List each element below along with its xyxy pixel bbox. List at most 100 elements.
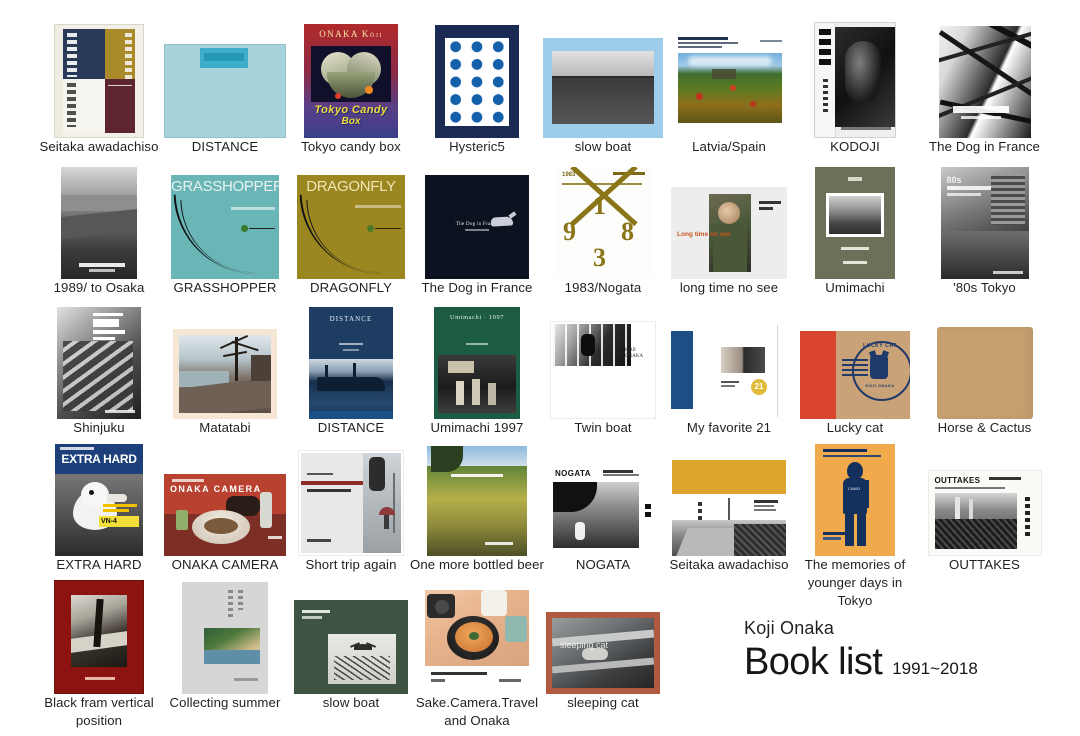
book-item-seitaka-awadachiso-1[interactable]: Seitaka awadachiso	[36, 18, 162, 156]
book-item-umimachi[interactable]: Umimachi	[792, 163, 918, 297]
book-caption: Umimachi	[825, 280, 885, 295]
cover-title-text: EXTRA HARD	[61, 452, 137, 466]
book-item-80s-tokyo[interactable]: 80s '80s Tokyo	[918, 163, 1051, 297]
book-caption: Black fram vertical position	[44, 695, 154, 728]
book-cover-1989-to-osaka	[61, 163, 137, 279]
book-caption: long time no see	[679, 280, 779, 295]
book-cover-1983-nogata: 1983 1 9 8 3	[555, 163, 651, 279]
book-caption: OUTTAKES	[949, 557, 1020, 572]
book-caption: Twin boat	[574, 420, 632, 435]
cover-badge-number: 21	[751, 379, 767, 395]
book-caption: slow boat	[322, 695, 380, 710]
cover-title-text: OUTTAKES	[934, 476, 981, 485]
book-item-hysteric5[interactable]: Hysteric5	[414, 18, 540, 156]
book-caption: Seitaka awadachiso	[39, 139, 159, 154]
page-title: Book list	[744, 641, 883, 683]
book-item-1983-nogata[interactable]: 1983 1 9 8 3 1983/Nogata	[540, 163, 666, 297]
book-caption: Umimachi 1997	[430, 420, 524, 435]
cover-title-text: DISTANCE	[329, 315, 373, 323]
cover-stamp-bottom-text: KOJI ONAKA	[865, 383, 895, 388]
book-item-sake-camera-travel-and-onaka[interactable]: Sake.Camera.Travel and Onaka	[414, 578, 540, 730]
book-item-dog-in-france-photo[interactable]: The Dog in France	[918, 18, 1051, 156]
cover-stamp-top-text: LUCKY CAT	[863, 343, 897, 349]
book-cover-umimachi	[815, 163, 895, 279]
cover-title-text: The Dog in France	[455, 221, 499, 227]
cover-title-line2: Box	[341, 116, 361, 127]
book-caption: Lucky cat	[826, 420, 884, 435]
book-item-sleeping-cat[interactable]: sleeping cat sleeping cat	[540, 578, 666, 730]
book-cover-distance-2000: DISTANCE	[309, 303, 393, 419]
book-item-long-time-no-see[interactable]: Long time no see long time no see	[666, 163, 792, 297]
book-caption: DISTANCE	[317, 420, 385, 435]
book-item-black-fram-vertical-position[interactable]: Black fram vertical position	[36, 578, 162, 730]
book-item-collecting-summer[interactable]: Collecting summer	[162, 578, 288, 730]
book-cover-dog-in-france-black: The Dog in France	[425, 163, 529, 279]
book-item-twin-boat[interactable]: KOJI ONAKA Twin boat	[540, 303, 666, 437]
cover-code-text: VN-4	[101, 518, 117, 525]
book-cover-extra-hard: EXTRA HARD VN-4	[55, 440, 143, 556]
book-caption: 1989/ to Osaka	[53, 280, 145, 295]
author-name: Koji Onaka	[744, 618, 835, 638]
book-item-matatabi[interactable]: Matatabi	[162, 303, 288, 437]
book-item-dragonfly[interactable]: DRAGONFLY DRAGONFLY	[288, 163, 414, 297]
book-cover-seitaka-awadachiso	[54, 18, 144, 138]
book-cover-long-time-no-see: Long time no see	[671, 163, 787, 279]
book-item-tokyo-candy-box[interactable]: ONAKA Kōji Tokyo Candy Box Tokyo candy b…	[288, 18, 414, 156]
book-cover-short-trip-again	[298, 440, 404, 556]
book-caption: DRAGONFLY	[310, 280, 392, 295]
book-caption: NOGATA	[575, 557, 631, 572]
book-item-1989-to-osaka[interactable]: 1989/ to Osaka	[36, 163, 162, 297]
book-caption: Shinjuku	[73, 420, 125, 435]
book-cover-outtakes: OUTTAKES	[927, 440, 1042, 556]
book-cover-shinjuku	[57, 303, 141, 419]
book-caption: 1983/Nogata	[564, 280, 642, 295]
book-cover-onaka-camera: ONAKA CAMERA	[164, 440, 286, 556]
book-item-distance-1991[interactable]: DISTANCE	[162, 18, 288, 156]
book-cover-slow-boat-2003	[543, 18, 663, 138]
book-cover-nogata: NOGATA	[549, 440, 657, 556]
book-caption: DISTANCE	[191, 139, 259, 154]
cover-title-line1: Tokyo Candy	[314, 104, 388, 116]
book-cover-matatabi	[173, 303, 277, 419]
book-item-my-favorite-21[interactable]: 21 My favorite 21	[666, 303, 792, 437]
book-caption: The Dog in France	[929, 139, 1040, 154]
cover-title-text: NOGATA	[555, 469, 591, 478]
book-row-2: 1989/ to Osaka GRASSHOPPER GRASSHOPPER D…	[0, 163, 1080, 297]
cover-title-text: ONAKA CAMERA	[170, 484, 262, 494]
book-caption: Short trip again	[305, 557, 397, 572]
book-item-lucky-cat[interactable]: LUCKY CAT KOJI ONAKA Lucky cat	[792, 303, 918, 437]
book-cover-seitaka-awadachiso-2018	[672, 440, 786, 556]
book-cover-one-more-bottled-beer	[427, 440, 527, 556]
book-caption: ONAKA CAMERA	[171, 557, 279, 572]
book-item-shinjuku[interactable]: Shinjuku	[36, 303, 162, 437]
book-cover-hysteric5	[435, 18, 519, 138]
book-item-umimachi-1997[interactable]: Umimachi · 1997 Umimachi 1997	[414, 303, 540, 437]
book-caption: Matatabi	[199, 420, 251, 435]
book-cover-black-fram-vertical-position	[54, 578, 144, 694]
cover-digit-3: 3	[593, 243, 606, 272]
book-row-1: Seitaka awadachiso DISTANCE ONAKA Kōji T…	[0, 18, 1080, 156]
book-item-kodoji[interactable]: KODOJI	[792, 18, 918, 156]
book-item-slow-boat-2018[interactable]: slow boat	[288, 578, 414, 730]
cover-title-text: Long time no see	[677, 231, 731, 238]
book-item-latvia-spain[interactable]: Latvia/Spain	[666, 18, 792, 156]
book-caption: Latvia/Spain	[692, 139, 766, 154]
book-caption: Horse & Cactus	[937, 420, 1032, 435]
book-cover-tokyo-candy-box: ONAKA Kōji Tokyo Candy Box	[304, 18, 398, 138]
book-caption: Seitaka awadachiso	[669, 557, 789, 572]
cover-title-text: Umimachi · 1997	[449, 314, 505, 321]
book-item-dog-in-france-black[interactable]: The Dog in France The Dog in France	[414, 163, 540, 297]
book-caption: Tokyo candy box	[301, 139, 401, 154]
book-caption: Hysteric5	[449, 139, 505, 154]
book-item-horse-and-cactus[interactable]: Horse & Cactus	[918, 303, 1051, 437]
book-cover-latvia-spain	[672, 18, 786, 138]
poster-title-block: Koji Onaka Book list 1991~2018	[744, 618, 1074, 684]
book-cover-my-favorite-21: 21	[669, 303, 789, 419]
book-list-poster: Seitaka awadachiso DISTANCE ONAKA Kōji T…	[0, 0, 1080, 736]
cover-title-text: 80s	[946, 175, 962, 185]
book-cover-sleeping-cat: sleeping cat	[546, 578, 660, 694]
book-caption: EXTRA HARD	[56, 557, 142, 572]
book-item-slow-boat-2003[interactable]: slow boat	[540, 18, 666, 156]
book-item-distance-2000[interactable]: DISTANCE DISTANCE	[288, 303, 414, 437]
book-item-grasshopper[interactable]: GRASSHOPPER GRASSHOPPER	[162, 163, 288, 297]
